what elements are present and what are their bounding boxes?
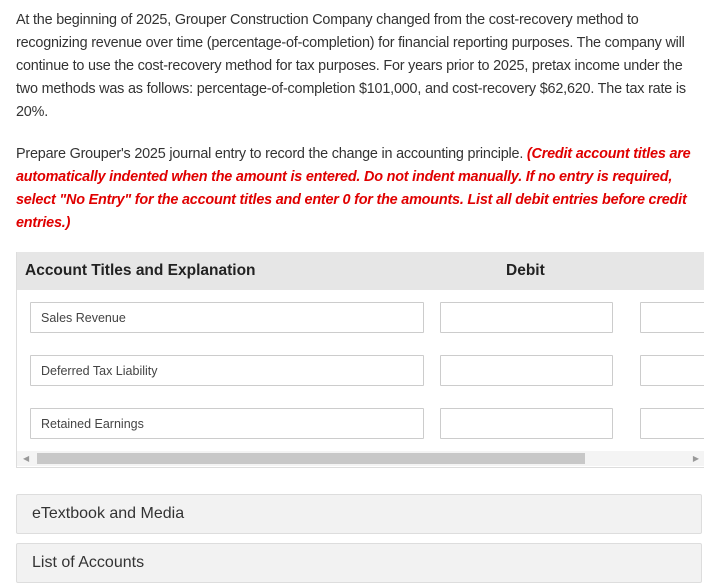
instruction: Prepare Grouper's 2025 journal entry to … [16, 146, 527, 162]
account-header: Account Titles and Explanation [25, 262, 256, 279]
account-input-2[interactable]: Deferred Tax Liability [30, 355, 424, 386]
journal-entry-table: Account Titles and Explanation Debit Sal… [16, 252, 704, 468]
etextbook-media-button[interactable]: eTextbook and Media [16, 494, 702, 534]
scrollbar-thumb[interactable] [37, 453, 585, 464]
credit-input-2[interactable] [640, 355, 704, 386]
debit-input-2[interactable] [440, 355, 613, 386]
debit-header: Debit [506, 262, 545, 279]
account-input-3[interactable]: Retained Earnings [30, 408, 424, 439]
instruction-text: Prepare Grouper's 2025 journal entry to … [16, 143, 700, 235]
debit-input-1[interactable] [440, 302, 613, 333]
horizontal-scrollbar[interactable]: ◀ ▶ [17, 451, 704, 466]
scroll-left-icon[interactable]: ◀ [23, 454, 29, 463]
debit-input-3[interactable] [440, 408, 613, 439]
scroll-right-icon[interactable]: ▶ [693, 454, 699, 463]
question-text: At the beginning of 2025, Grouper Constr… [16, 12, 686, 120]
table-header: Account Titles and Explanation Debit [17, 252, 704, 290]
list-of-accounts-button[interactable]: List of Accounts [16, 543, 702, 583]
account-input-1[interactable]: Sales Revenue [30, 302, 424, 333]
credit-input-3[interactable] [640, 408, 704, 439]
credit-input-1[interactable] [640, 302, 704, 333]
